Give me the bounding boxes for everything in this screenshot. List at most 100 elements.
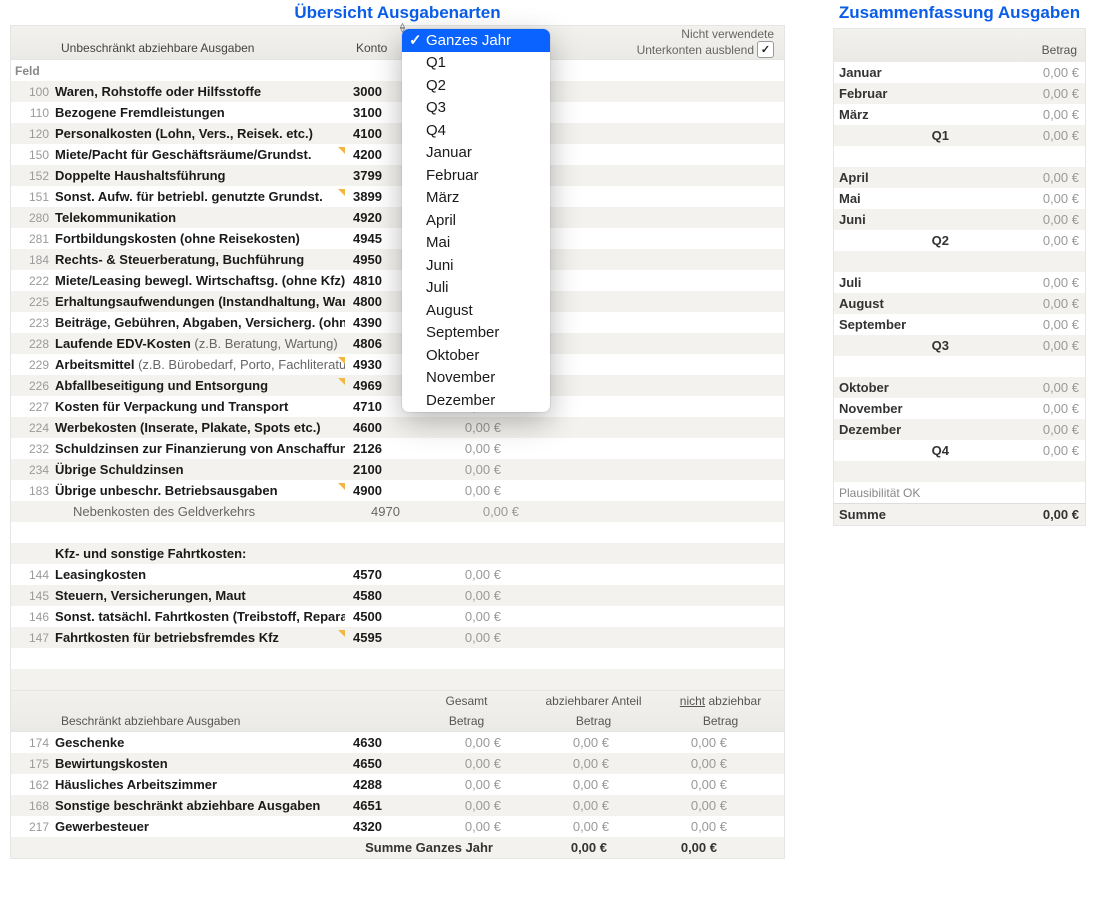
feld-label: Feld	[11, 64, 65, 78]
expense-types-panel: Übersicht Ausgabenarten Unbeschränkt abz…	[10, 0, 785, 859]
quarter-amount: 0,00 €	[957, 233, 1085, 248]
desc-cell: Laufende EDV-Kosten (z.B. Beratung, Wart…	[55, 336, 345, 351]
feld-cell: 281	[11, 232, 55, 246]
desc-cell: Werbekosten (Inserate, Plakate, Spots et…	[55, 420, 345, 435]
month-amount: 0,00 €	[949, 212, 1085, 227]
month-label: April	[834, 170, 949, 185]
quarter-label: Q4	[834, 443, 957, 458]
amount-nicht-abziehbar: 0,00 €	[617, 735, 735, 750]
table-row[interactable]: 120Personalkosten (Lohn, Vers., Reisek. …	[11, 123, 784, 144]
month-amount: 0,00 €	[949, 65, 1085, 80]
period-option[interactable]: Juni	[402, 254, 550, 277]
sum-v2: 0,00 €	[615, 840, 725, 855]
col-gesamt: Gesamt	[403, 694, 530, 708]
period-option[interactable]: April	[402, 209, 550, 232]
month-label: September	[834, 317, 949, 332]
period-option[interactable]: Ganzes Jahr	[402, 29, 550, 52]
right-rows: Januar0,00 €Februar0,00 €März0,00 €Q10,0…	[834, 62, 1085, 482]
desc-cell: Abfallbeseitigung und Entsorgung	[55, 378, 345, 393]
period-option[interactable]: Q1	[402, 52, 550, 75]
table-row[interactable]: 151Sonst. Aufw. für betriebl. genutzte G…	[11, 186, 784, 207]
feld-cell: 184	[11, 253, 55, 267]
period-option[interactable]: Februar	[402, 164, 550, 187]
table-row[interactable]: 227Kosten für Verpackung und Transport47…	[11, 396, 784, 417]
table-row[interactable]: 184Rechts- & Steuerberatung, Buchführung…	[11, 249, 784, 270]
feld-cell: 232	[11, 442, 55, 456]
desc-cell: Häusliches Arbeitszimmer	[55, 777, 345, 792]
table-row[interactable]: 100Waren, Rohstoffe oder Hilfsstoffe3000…	[11, 81, 784, 102]
feld-cell: 168	[11, 799, 55, 813]
hide-subaccounts-checkbox[interactable]	[757, 41, 774, 58]
right-sum-value: 0,00 €	[949, 507, 1085, 522]
table-row[interactable]: 147Fahrtkosten für betriebsfremdes Kfz45…	[11, 627, 784, 648]
table-row[interactable]: 232Schuldzinsen zur Finanzierung von Ans…	[11, 438, 784, 459]
period-option[interactable]: März	[402, 187, 550, 210]
table-row[interactable]: 234Übrige Schuldzinsen21000,00 €	[11, 459, 784, 480]
table-row[interactable]: 145Steuern, Versicherungen, Maut45800,00…	[11, 585, 784, 606]
table-row[interactable]: 168Sonstige beschränkt abziehbare Ausgab…	[11, 795, 784, 816]
table-row[interactable]: 175Bewirtungskosten46500,00 €0,00 €0,00 …	[11, 753, 784, 774]
konto-cell: 3100	[345, 105, 407, 120]
month-label: August	[834, 296, 949, 311]
table-row[interactable]: 110Bezogene Fremdleistungen31000,00 €	[11, 102, 784, 123]
konto-cell: 3799	[345, 168, 407, 183]
desc-cell: Kosten für Verpackung und Transport	[55, 399, 345, 414]
period-option[interactable]: Q4	[402, 119, 550, 142]
month-row: September0,00 €	[834, 314, 1085, 335]
period-option[interactable]: Q2	[402, 74, 550, 97]
table-row[interactable]: 228Laufende EDV-Kosten (z.B. Beratung, W…	[11, 333, 784, 354]
month-label: Oktober	[834, 380, 949, 395]
month-label: Februar	[834, 86, 949, 101]
period-option[interactable]: August	[402, 299, 550, 322]
note-marker-icon	[337, 378, 345, 386]
right-header: Betrag	[834, 29, 1085, 62]
period-option[interactable]: September	[402, 322, 550, 345]
table-row[interactable]: 174Geschenke46300,00 €0,00 €0,00 €	[11, 732, 784, 753]
amount-gesamt: 0,00 €	[407, 735, 509, 750]
period-option[interactable]: Januar	[402, 142, 550, 165]
feld-cell: 217	[11, 820, 55, 834]
konto-cell: 4710	[345, 399, 407, 414]
table-row[interactable]: 152Doppelte Haushaltsführung37990,00 €	[11, 165, 784, 186]
period-dropdown[interactable]: Ganzes JahrQ1Q2Q3Q4JanuarFebruarMärzApri…	[402, 29, 550, 412]
table-row[interactable]: 217Gewerbesteuer43200,00 €0,00 €0,00 €	[11, 816, 784, 837]
konto-cell: 4600	[345, 420, 407, 435]
period-option[interactable]: Oktober	[402, 344, 550, 367]
table-row[interactable]: 162Häusliches Arbeitszimmer42880,00 €0,0…	[11, 774, 784, 795]
period-option[interactable]: Mai	[402, 232, 550, 255]
quarter-amount: 0,00 €	[957, 443, 1085, 458]
table-row[interactable]: 146Sonst. tatsächl. Fahrtkosten (Treibst…	[11, 606, 784, 627]
period-option[interactable]: Juli	[402, 277, 550, 300]
amount-abziehbar: 0,00 €	[509, 798, 617, 813]
table-row[interactable]: 229Arbeitsmittel (z.B. Bürobedarf, Porto…	[11, 354, 784, 375]
quarter-label: Q2	[834, 233, 957, 248]
amount-nicht-abziehbar: 0,00 €	[617, 756, 735, 771]
table-row[interactable]: 224Werbekosten (Inserate, Plakate, Spots…	[11, 417, 784, 438]
month-amount: 0,00 €	[949, 275, 1085, 290]
desc-cell: Sonstige beschränkt abziehbare Ausgaben	[55, 798, 345, 813]
table-row[interactable]: 144Leasingkosten45700,00 €	[11, 564, 784, 585]
amount-cell: 0,00 €	[407, 441, 509, 456]
table-row[interactable]: 183Übrige unbeschr. Betriebsausgaben4900…	[11, 480, 784, 501]
period-option[interactable]: Q3	[402, 97, 550, 120]
unused-label: Nicht verwendete	[681, 27, 774, 41]
table-row[interactable]: 222Miete/Leasing bewegl. Wirtschaftsg. (…	[11, 270, 784, 291]
period-option[interactable]: Dezember	[402, 389, 550, 412]
table-row[interactable]: 280Telekommunikation49200,00 €	[11, 207, 784, 228]
right-sum: Summe 0,00 €	[834, 503, 1085, 525]
month-row: Mai0,00 €	[834, 188, 1085, 209]
table-row[interactable]: 226Abfallbeseitigung und Entsorgung49690…	[11, 375, 784, 396]
note-marker-icon	[337, 357, 345, 365]
table-row[interactable]: Nebenkosten des Geldverkehrs49700,00 €	[11, 501, 784, 522]
amount-gesamt: 0,00 €	[407, 798, 509, 813]
table-row[interactable]: 225Erhaltungsaufwendungen (Instandhaltun…	[11, 291, 784, 312]
month-amount: 0,00 €	[949, 170, 1085, 185]
desc-cell: Personalkosten (Lohn, Vers., Reisek. etc…	[55, 126, 345, 141]
table-row[interactable]: 281Fortbildungskosten (ohne Reisekosten)…	[11, 228, 784, 249]
month-row: Februar0,00 €	[834, 83, 1085, 104]
table-row[interactable]: 223Beiträge, Gebühren, Abgaben, Versiche…	[11, 312, 784, 333]
feld-cell: 100	[11, 85, 55, 99]
period-option[interactable]: November	[402, 367, 550, 390]
feld-cell: 222	[11, 274, 55, 288]
table-row[interactable]: 150Miete/Pacht für Geschäftsräume/Grunds…	[11, 144, 784, 165]
